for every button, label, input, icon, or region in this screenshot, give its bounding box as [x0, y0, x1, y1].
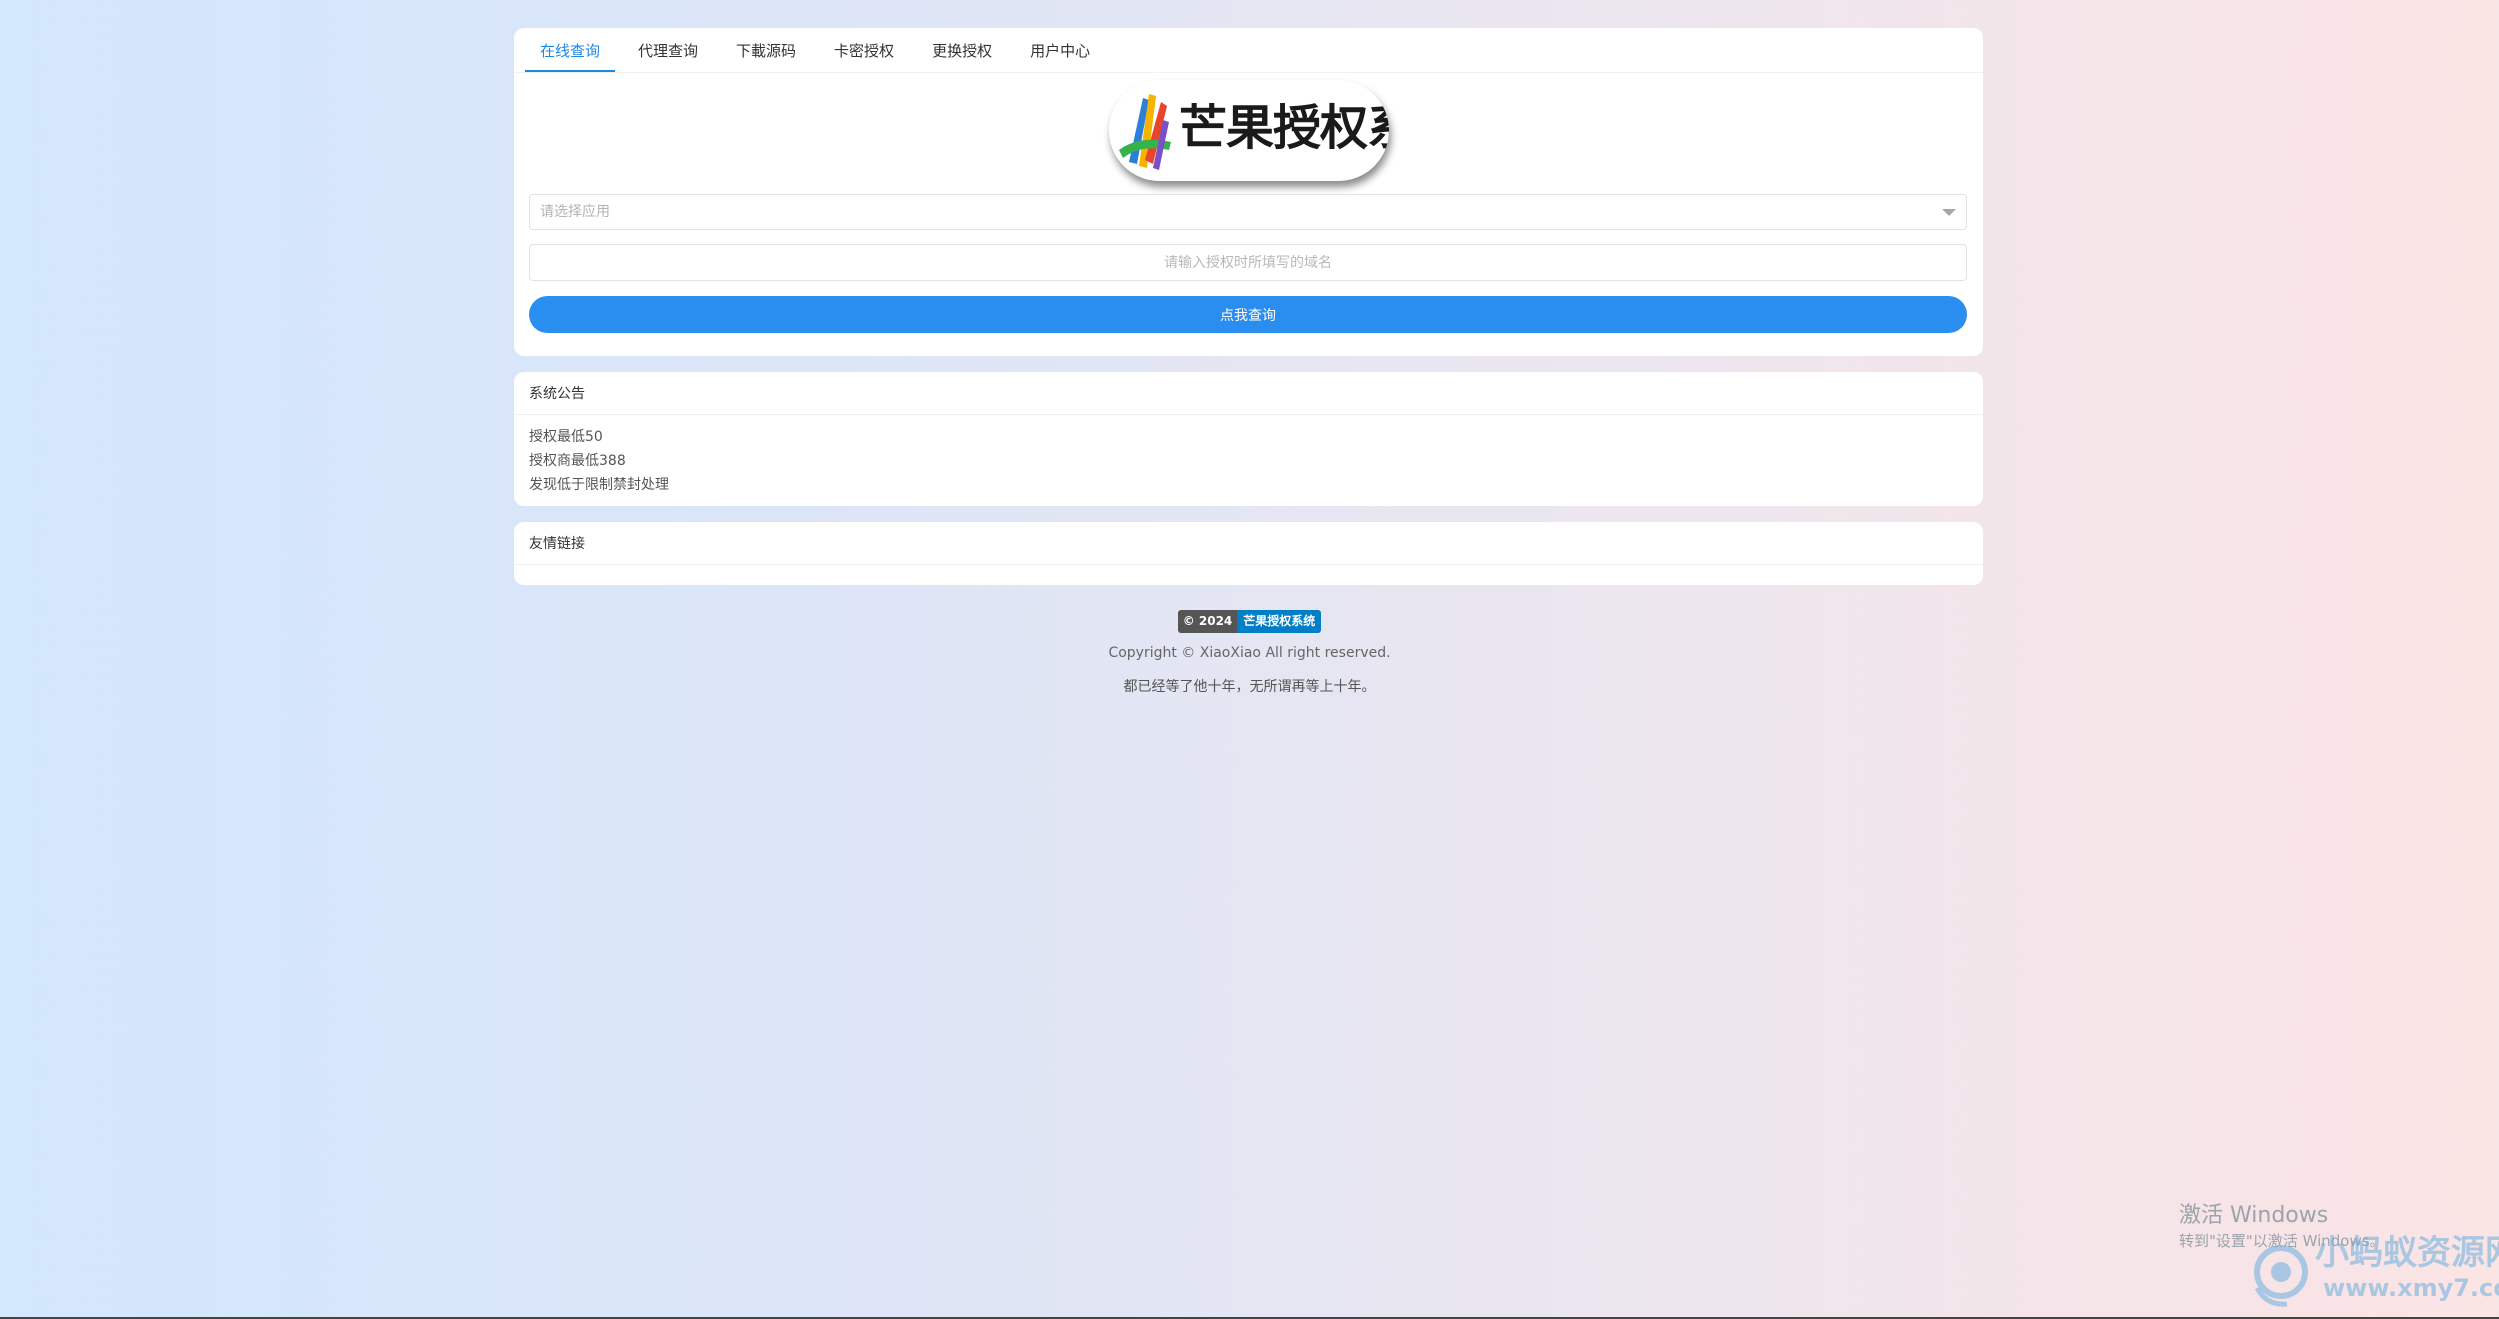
slogan-text: 都已经等了他十年，无所谓再等上十年。 — [1123, 679, 1376, 695]
windows-activation-title: 激活 Windows — [2179, 1203, 2329, 1228]
notice-title: 系统公告 — [514, 372, 1983, 415]
notice-line: 发现低于限制禁封处理 — [529, 477, 669, 493]
tab-user-center[interactable]: 用户中心 — [1015, 28, 1105, 72]
notice-line: 授权最低50 — [529, 429, 603, 445]
app-select-placeholder: 请选择应用 — [540, 204, 610, 220]
badge-site-name: 芒果授权系统 — [1237, 610, 1322, 633]
logo-mark-icon — [1119, 94, 1171, 170]
query-card: 在线查询 代理查询 下載源码 卡密授权 更换授权 用户中心 芒果授权系统 请选择… — [514, 28, 1983, 356]
logo-text: 芒果授权系统 — [1179, 100, 1389, 156]
page-container: 在线查询 代理查询 下載源码 卡密授权 更换授权 用户中心 芒果授权系统 请选择… — [514, 28, 1983, 585]
watermark-url: www.xmy7.com — [2323, 1274, 2499, 1302]
app-select[interactable]: 请选择应用 — [529, 194, 1967, 230]
watermark-title: 小蚂蚁资源网 — [2315, 1233, 2499, 1273]
tab-online-query[interactable]: 在线查询 — [525, 28, 616, 72]
footer: © 2024 芒果授权系统 Copyright © XiaoXiao All r… — [0, 610, 2499, 696]
notice-body: 授权最低50 授权商最低388 发现低于限制禁封处理 — [514, 415, 1983, 497]
notice-card: 系统公告 授权最低50 授权商最低388 发现低于限制禁封处理 — [514, 372, 1983, 506]
copyright-text: Copyright © XiaoXiao All right reserved. — [1108, 645, 1391, 661]
ant-logo-icon — [2254, 1245, 2308, 1307]
tab-change-auth[interactable]: 更换授权 — [917, 28, 1007, 72]
badge-year: © 2024 — [1177, 610, 1238, 633]
tab-card-auth[interactable]: 卡密授权 — [819, 28, 909, 72]
tab-agent-query[interactable]: 代理查询 — [623, 28, 713, 72]
site-logo: 芒果授权系统 — [1109, 80, 1389, 181]
query-button[interactable]: 点我查询 — [529, 296, 1967, 333]
links-card: 友情链接 — [514, 522, 1983, 585]
site-watermark: 小蚂蚁资源网 www.xmy7.com — [2243, 1232, 2499, 1312]
tab-download-source[interactable]: 下載源码 — [721, 28, 811, 72]
nav-tabs: 在线查询 代理查询 下載源码 卡密授权 更换授权 用户中心 — [514, 28, 1983, 73]
copyright-badge[interactable]: © 2024 芒果授权系统 — [1177, 610, 1322, 633]
links-title: 友情链接 — [514, 522, 1983, 565]
domain-input[interactable] — [529, 244, 1967, 281]
chevron-down-icon — [1942, 209, 1956, 216]
notice-line: 授权商最低388 — [529, 453, 626, 469]
